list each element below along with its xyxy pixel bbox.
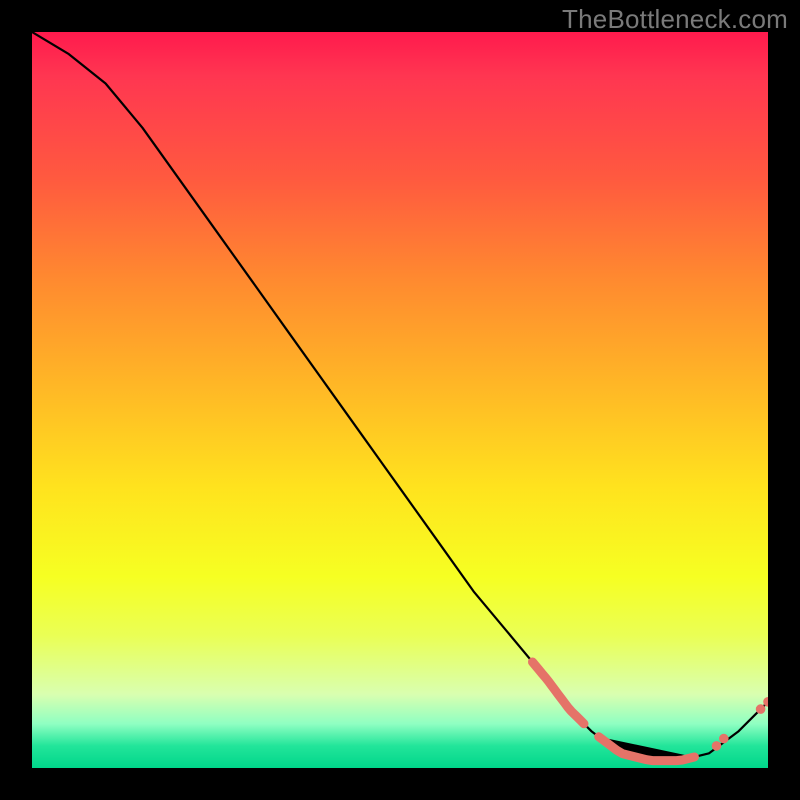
highlight-layer (533, 662, 769, 761)
highlight-segment (533, 662, 585, 724)
highlight-segment (599, 737, 695, 761)
chart-container: TheBottleneck.com (0, 0, 800, 800)
bottleneck-curve (32, 32, 768, 761)
watermark-text: TheBottleneck.com (562, 4, 788, 35)
highlight-dot (756, 704, 766, 714)
highlight-dot (719, 734, 729, 744)
chart-overlay (32, 32, 768, 768)
highlight-dot (712, 741, 722, 751)
